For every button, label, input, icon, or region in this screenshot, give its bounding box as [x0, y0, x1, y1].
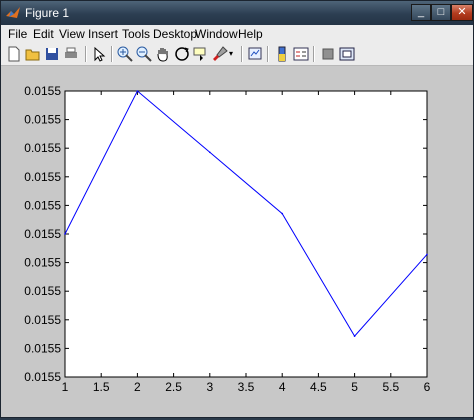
maximize-icon: □: [437, 6, 445, 18]
menu-window[interactable]: Window: [195, 27, 238, 41]
zoom-out-icon[interactable]: [135, 45, 153, 63]
y-tick-label: 0.0155: [24, 170, 61, 184]
menu-insert[interactable]: Insert: [88, 27, 118, 41]
minimize-button[interactable]: _: [411, 4, 431, 21]
plot-area: [64, 90, 428, 378]
figure-canvas: 1 1.5 2 2.5 3 3.5 4 4.5 5 5.5 6 0.0155 0.0155 0.0155 0…: [3, 67, 471, 415]
toolbar-separator: [313, 46, 315, 62]
toolbar-separator: [267, 46, 269, 62]
menu-desktop[interactable]: Desktop: [153, 27, 197, 41]
figure-toolbar: ▾: [1, 43, 473, 66]
y-tick-label: 0.0155: [24, 84, 61, 98]
menu-file[interactable]: File: [8, 27, 27, 41]
hide-plot-tools-icon[interactable]: [319, 45, 337, 63]
data-point: [136, 90, 139, 92]
x-tick-label: 4.5: [310, 380, 327, 394]
data-point: [353, 335, 356, 337]
close-icon: ✕: [457, 6, 467, 18]
y-tick-label: 0.0155: [24, 341, 61, 355]
legend-icon[interactable]: [292, 45, 310, 63]
menu-tools[interactable]: Tools: [122, 27, 150, 41]
title-bar[interactable]: Figure 1 _ □ ✕: [1, 1, 473, 25]
toolbar-separator: [111, 46, 113, 62]
new-figure-icon[interactable]: [5, 45, 23, 63]
x-tick-label: 3.5: [238, 380, 255, 394]
rotate-3d-icon[interactable]: [173, 45, 191, 63]
open-file-icon[interactable]: [24, 45, 42, 63]
y-tick-label: 0.0155: [24, 113, 61, 127]
window-title: Figure 1: [25, 6, 70, 20]
maximize-button[interactable]: □: [431, 4, 451, 21]
minimize-icon: _: [417, 6, 425, 18]
x-tick-label: 2.5: [165, 380, 182, 394]
x-tick-label: 1.5: [93, 380, 110, 394]
data-point: [426, 253, 428, 256]
data-point: [281, 212, 284, 215]
y-tick-label: 0.0155: [24, 370, 61, 384]
y-tick-label: 0.0155: [24, 198, 61, 212]
x-tick-label: 3: [206, 380, 213, 394]
close-button[interactable]: ✕: [451, 4, 473, 21]
print-icon[interactable]: [62, 45, 80, 63]
save-icon[interactable]: [43, 45, 61, 63]
toolbar-separator: [85, 46, 87, 62]
data-point: [64, 233, 66, 235]
show-plot-tools-icon[interactable]: [338, 45, 356, 63]
link-icon[interactable]: [246, 45, 264, 63]
y-tick-label: 0.0155: [24, 313, 61, 327]
zoom-in-icon[interactable]: [116, 45, 134, 63]
menu-edit[interactable]: Edit: [33, 27, 54, 41]
y-tick-label: 0.0155: [24, 141, 61, 155]
figure-window: Figure 1 _ □ ✕ File Edit View Insert Too…: [0, 0, 474, 418]
edit-plot-icon[interactable]: [90, 45, 108, 63]
matlab-logo-icon: [6, 7, 20, 18]
menu-view[interactable]: View: [59, 27, 85, 41]
menu-help[interactable]: Help: [238, 27, 263, 41]
brush-icon[interactable]: [211, 45, 229, 63]
brush-dropdown-icon[interactable]: ▾: [229, 45, 237, 63]
x-tick-label: 1: [62, 380, 69, 394]
x-tick-label: 4: [279, 380, 286, 394]
toolbar-separator: [241, 46, 243, 62]
colorbar-icon[interactable]: [273, 45, 291, 63]
y-tick-label: 0.0155: [24, 256, 61, 270]
x-tick-label: 5: [351, 380, 358, 394]
line-chart[interactable]: 1 1.5 2 2.5 3 3.5 4 4.5 5 5.5 6 0.0155 0.0155 0.0155 0…: [3, 67, 471, 415]
menu-bar: File Edit View Insert Tools Desktop Wind…: [1, 25, 473, 44]
data-cursor-icon[interactable]: [192, 45, 210, 63]
x-tick-label: 5.5: [382, 380, 399, 394]
data-point: [209, 151, 211, 154]
y-tick-label: 0.0155: [24, 227, 61, 241]
y-tick-label: 0.0155: [24, 284, 61, 298]
x-tick-label: 2: [134, 380, 141, 394]
x-tick-label: 6: [424, 380, 431, 394]
pan-icon[interactable]: [154, 45, 172, 63]
